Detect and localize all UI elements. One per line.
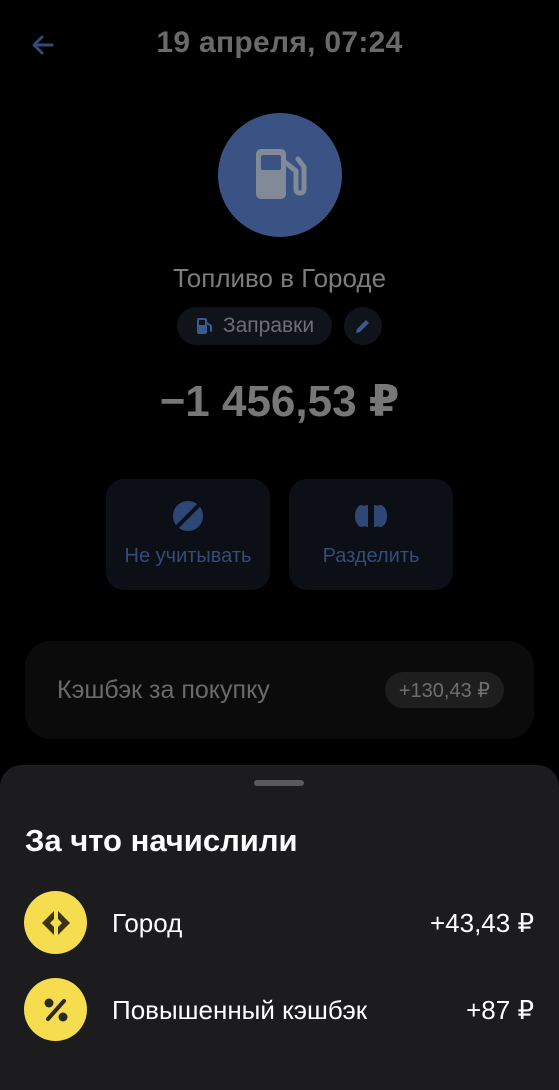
fuel-pump-icon: [256, 149, 307, 199]
cashback-label: Кэшбэк за покупку: [57, 676, 270, 704]
percent-badge: [24, 978, 87, 1041]
category-chip[interactable]: Заправки: [177, 307, 332, 345]
ignore-label: Не учитывать: [124, 545, 252, 567]
split-icon: [355, 505, 387, 527]
cashback-value-badge: +130,43 ₽: [384, 672, 504, 708]
list-item-name: Повышенный кэшбэк: [112, 995, 368, 1025]
fuel-pump-icon: [196, 318, 212, 334]
transaction-details-screen: 19 апреля, 07:24 Топливо в Городе Заправ…: [0, 0, 559, 1090]
category-label: Заправки: [222, 314, 315, 337]
list-item-value: +87 ₽: [466, 995, 534, 1025]
city-badge: [24, 891, 87, 954]
list-item-name: Город: [112, 908, 183, 938]
list-item: Повышенный кэшбэк +87 ₽: [0, 978, 559, 1042]
cashback-card[interactable]: Кэшбэк за покупку +130,43 ₽: [25, 641, 534, 739]
sheet-title: За что начислили: [25, 823, 298, 858]
edit-category-button[interactable]: [344, 307, 382, 345]
split-label: Разделить: [322, 545, 420, 567]
split-button[interactable]: Разделить: [289, 479, 453, 590]
sheet-drag-handle[interactable]: [254, 780, 304, 786]
percent-icon: [44, 998, 67, 1021]
ignore-button[interactable]: Не учитывать: [106, 479, 270, 590]
merchant-name: Топливо в Городе: [172, 263, 387, 293]
eye-off-icon: [173, 501, 203, 531]
transaction-amount: −1 456,53 ₽: [159, 377, 400, 426]
list-item-value: +43,43 ₽: [429, 908, 534, 938]
city-diamond-icon: [41, 908, 70, 937]
list-item: Город +43,43 ₽: [0, 891, 559, 955]
pencil-icon: [356, 320, 369, 333]
page-title: 19 апреля, 07:24: [156, 26, 403, 59]
merchant-avatar: [218, 113, 342, 237]
cashback-details-sheet: За что начислили Город +43,43 ₽ Повышенн…: [0, 765, 559, 1090]
